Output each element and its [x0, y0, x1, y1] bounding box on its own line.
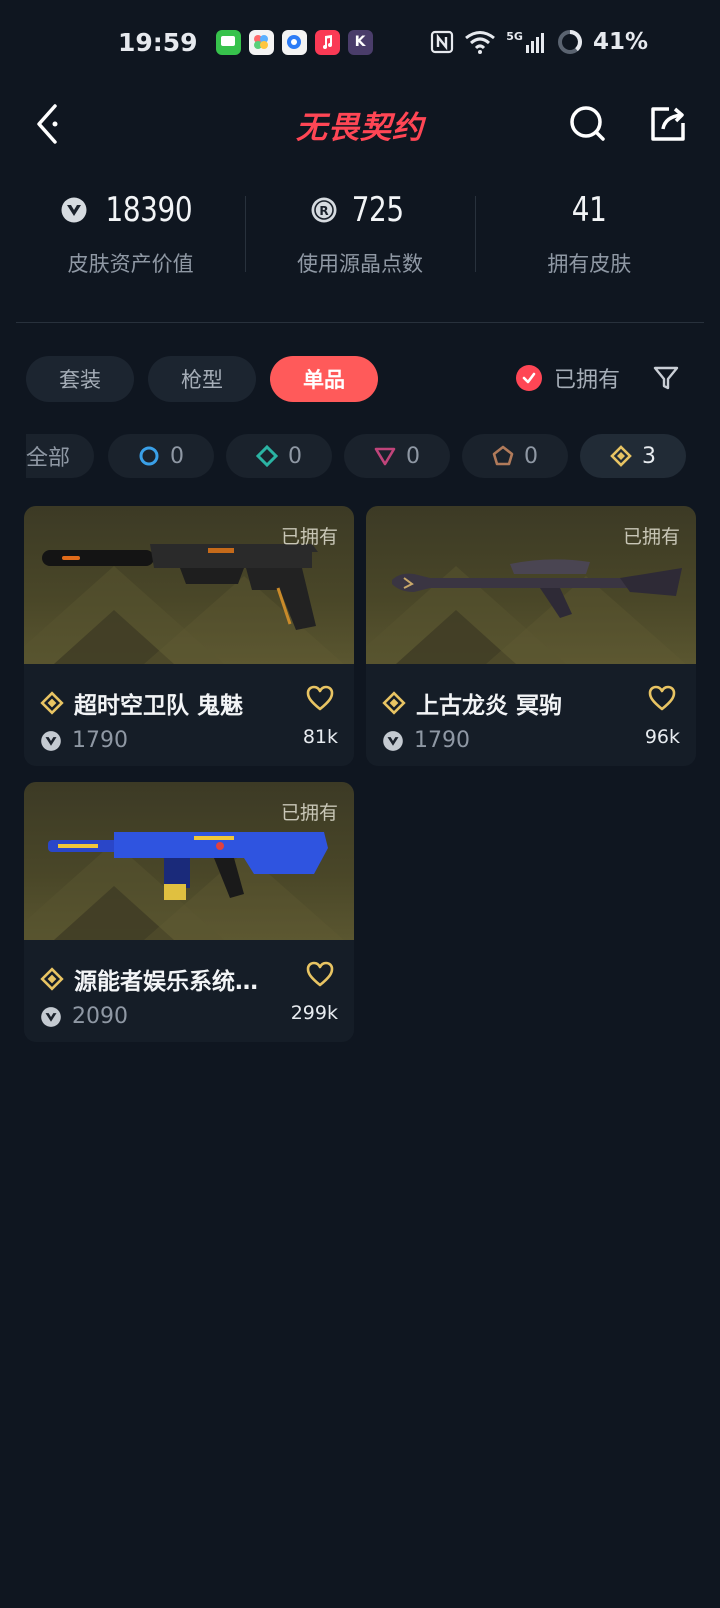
rarity-filter-row: 全部 0 0 0 0 3: [26, 434, 720, 480]
gold-diamond-tier-icon: [40, 967, 64, 991]
gold-diamond-tier-icon: [382, 691, 406, 715]
owned-filter-label: 已拥有: [554, 368, 621, 393]
owned-tag: 已拥有: [280, 802, 338, 824]
stat-owned-skins: 41 拥有皮肤: [474, 186, 704, 288]
triangle-tier-icon: [374, 447, 396, 466]
category-tabs: 套装 枪型 单品 已拥有: [26, 356, 694, 404]
stat-radianite-used: R 725 使用源晶点数: [245, 186, 474, 288]
likes-count: 96k: [644, 726, 680, 748]
valorant-points-icon: [383, 730, 403, 751]
likes-count: 299k: [290, 1002, 338, 1024]
stat-value: 725: [351, 190, 404, 230]
owned-tag: 已拥有: [280, 526, 338, 548]
battery-ring-icon: [557, 29, 583, 55]
valorant-points-icon: [41, 730, 61, 751]
skin-name: 上古龙炎 冥驹: [416, 693, 563, 719]
valorant-points-icon: [61, 197, 87, 223]
rifle-skin-image: [48, 832, 328, 900]
skin-price: 2090: [72, 1004, 128, 1029]
funnel-icon: [653, 366, 679, 390]
checkmark-icon: [516, 365, 542, 391]
owned-tag: 已拥有: [622, 526, 680, 548]
likes-count: 81k: [302, 726, 338, 748]
wifi-icon: [464, 30, 496, 54]
heart-icon: [648, 685, 676, 711]
gold-diamond-tier-icon: [610, 445, 632, 467]
gallery-icon: [248, 29, 274, 55]
rarity-chip-all[interactable]: 全部: [26, 434, 94, 478]
valorant-points-icon: [41, 1006, 61, 1027]
status-bar: 19:59 K 5G 41%: [0, 0, 720, 84]
heart-icon: [306, 685, 334, 711]
app-logo: 无畏契约: [296, 110, 424, 146]
rarity-chip-count: 3: [642, 443, 656, 469]
skin-price: 1790: [72, 728, 128, 753]
heart-icon: [306, 961, 334, 987]
stat-label: 拥有皮肤: [547, 252, 632, 276]
share-icon: [651, 107, 685, 141]
stat-value: 41: [571, 190, 607, 230]
skin-price: 1790: [414, 728, 470, 753]
skin-card[interactable]: 已拥有 上古龙炎 冥驹 1790 96k: [366, 506, 696, 766]
rarity-chip-label: 全部: [26, 446, 71, 471]
stat-label: 皮肤资产价值: [67, 252, 194, 276]
nfc-icon: [430, 30, 454, 54]
rarity-chip-count: 0: [288, 443, 302, 469]
skin-image: 已拥有: [24, 506, 354, 664]
messages-icon: [215, 29, 241, 55]
radianite-points-icon: R: [311, 197, 337, 223]
skin-image: 已拥有: [366, 506, 696, 664]
diamond-tier-icon: [256, 445, 278, 467]
stat-value: 18390: [105, 190, 192, 230]
favorite-button[interactable]: [304, 958, 336, 990]
skin-name: 源能者娱乐系统…: [74, 969, 258, 995]
tab-bundles[interactable]: 套装: [26, 356, 134, 402]
cellular-5g-icon: 5G: [506, 31, 547, 53]
search-button[interactable]: [564, 100, 612, 148]
app-header: 无畏契约: [0, 84, 720, 164]
stat-label: 使用源晶点数: [296, 252, 423, 276]
share-button[interactable]: [644, 100, 692, 148]
rarity-chip-exclusive[interactable]: 0: [462, 434, 568, 478]
status-time: 19:59: [118, 27, 198, 57]
skin-card[interactable]: 已拥有 超时空卫队 鬼魅 1790 81k: [24, 506, 354, 766]
filter-button[interactable]: [648, 360, 684, 396]
notification-icons: K: [215, 29, 373, 55]
rarity-chip-count: 0: [406, 443, 420, 469]
skin-name: 超时空卫队 鬼魅: [74, 693, 244, 719]
divider: [16, 322, 704, 323]
rarity-chip-select[interactable]: 0: [108, 434, 214, 478]
sniper-rifle-skin-image: [392, 559, 682, 618]
stats-summary: 18390 皮肤资产价值 R 725 使用源晶点数 41 拥有皮肤: [16, 186, 704, 288]
skin-image: 已拥有: [24, 782, 354, 940]
pentagon-tier-icon: [492, 445, 514, 466]
rarity-chip-count: 0: [524, 443, 538, 469]
gold-diamond-tier-icon: [40, 691, 64, 715]
skin-card[interactable]: 已拥有 源能者娱乐系统… 2090 299k: [24, 782, 354, 1042]
search-icon: [570, 106, 605, 141]
favorite-button[interactable]: [304, 682, 336, 714]
tab-items[interactable]: 单品: [270, 356, 378, 402]
compass-icon: [281, 29, 307, 55]
battery-percent: 41%: [592, 29, 648, 55]
rarity-chip-ultra[interactable]: 3: [580, 434, 686, 478]
rarity-chip-count: 0: [170, 443, 184, 469]
k-app-icon: K: [347, 29, 373, 55]
music-icon: [314, 29, 340, 55]
svg-text:R: R: [320, 204, 329, 218]
rarity-chip-premium[interactable]: 0: [344, 434, 450, 478]
tab-weapon-types[interactable]: 枪型: [148, 356, 256, 402]
circle-tier-icon: [139, 446, 159, 466]
owned-filter-toggle[interactable]: 已拥有: [516, 362, 620, 394]
stat-skin-value: 18390 皮肤资产价值: [16, 186, 245, 288]
rarity-chip-deluxe[interactable]: 0: [226, 434, 332, 478]
favorite-button[interactable]: [646, 682, 678, 714]
